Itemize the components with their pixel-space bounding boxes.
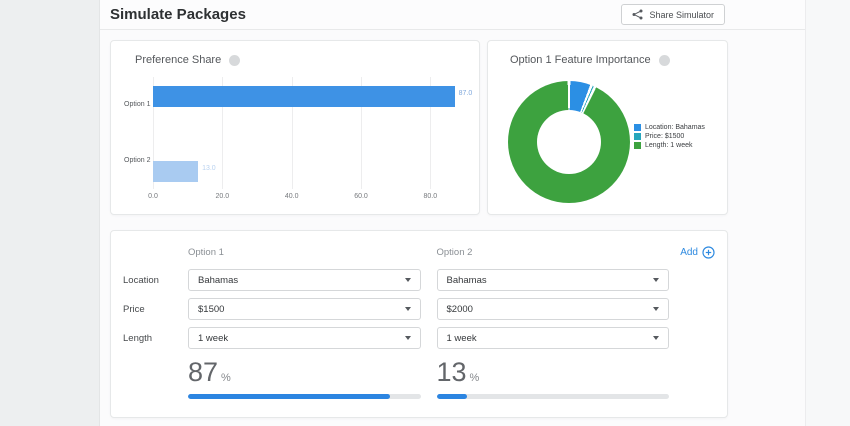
preference-share-plot: 0.0 20.0 40.0 60.0 80.0 Option 1 87.0 Option 2 1… (124, 77, 472, 200)
x-axis-tick-label: 80.0 (423, 193, 438, 200)
chevron-down-icon (653, 307, 659, 311)
left-sidebar-gutter (0, 0, 100, 426)
select-value: 1 week (446, 332, 477, 344)
preference-progress-fill (188, 394, 391, 399)
page-title: Simulate Packages (110, 6, 246, 23)
simulator-row: Price $1500 $2000 (123, 298, 715, 320)
preference-percent: 87% (188, 359, 421, 386)
legend-item: Price: $1500 (634, 133, 705, 140)
chevron-down-icon (404, 307, 411, 311)
location-select-option-2[interactable]: Bahamas (436, 269, 669, 291)
percent-unit: % (469, 372, 480, 384)
legend-item: Length: 1 week (634, 142, 705, 149)
preference-progress-fill (436, 394, 467, 399)
bar-option-1: 87.0 (153, 86, 472, 107)
price-select-option-2[interactable]: $2000 (436, 298, 669, 320)
percent-unit: % (221, 372, 231, 384)
select-value: Bahamas (446, 274, 487, 286)
preference-share-card: Preference Share 0.0 20.0 40.0 60.0 80.0 Opti… (110, 40, 480, 215)
row-label: Location (123, 274, 159, 286)
simulator-card: Option 1 Option 2 Add Location Bahamas Bah… (110, 230, 728, 418)
bar-value-label: 87.0 (458, 90, 473, 97)
right-gutter (805, 0, 850, 426)
chevron-down-icon (404, 336, 411, 340)
x-axis-tick-label: 60.0 (354, 193, 368, 200)
legend-label: Length: 1 week (645, 142, 693, 149)
add-option-button[interactable]: Add (680, 245, 715, 259)
select-value: Bahamas (198, 274, 239, 286)
content-area: Preference Share 0.0 20.0 40.0 60.0 80.0 Opti… (100, 30, 805, 418)
chevron-down-icon (653, 336, 659, 340)
preference-progress-track (436, 394, 669, 399)
percent-value: 13 (436, 357, 467, 387)
legend-label: Price: $1500 (645, 133, 685, 140)
preference-progress-track (188, 394, 421, 399)
preference-result: 13% (436, 359, 670, 399)
add-label: Add (680, 246, 698, 258)
bar-option-2: 13.0 (153, 161, 216, 182)
plus-circle-icon (702, 245, 715, 259)
x-axis-tick-label: 0.0 (148, 193, 158, 200)
x-axis-tick-label: 40.0 (284, 193, 299, 200)
donut-legend: Location: Bahamas Price: $1500 Length: 1 w… (634, 124, 705, 151)
legend-label: Location: Bahamas (645, 124, 705, 131)
donut-hole (537, 110, 601, 174)
share-simulator-button[interactable]: Share Simulator (621, 4, 725, 25)
page-header: Simulate Packages Share Simulator (100, 0, 805, 30)
column-header-option-2: Option 2 (436, 246, 473, 258)
simulator-row: Length 1 week 1 week (123, 327, 715, 349)
price-select-option-1[interactable]: $1500 (188, 298, 421, 320)
select-value: 1 week (198, 332, 229, 344)
results-row: 87% 13% (123, 359, 715, 399)
feature-importance-card: Option 1 Feature Importance Location: Ba… (487, 40, 728, 215)
legend-swatch (634, 142, 641, 149)
row-label: Length (123, 332, 153, 344)
legend-item: Location: Bahamas (634, 124, 705, 131)
length-select-option-1[interactable]: 1 week (188, 327, 421, 349)
preference-result: 87% (188, 359, 421, 399)
simulator-row: Location Bahamas Bahamas (123, 269, 715, 291)
feature-importance-title: Option 1 Feature Importance (510, 54, 651, 66)
legend-swatch (634, 133, 641, 140)
select-value: $2000 (446, 303, 473, 315)
percent-value: 87 (188, 357, 219, 387)
share-icon (632, 9, 643, 20)
simulator-header-row: Option 1 Option 2 Add (123, 243, 715, 261)
legend-swatch (634, 124, 641, 131)
column-header-option-1: Option 1 (188, 246, 224, 258)
chevron-down-icon (404, 278, 411, 282)
info-icon[interactable] (658, 54, 670, 66)
chevron-down-icon (653, 278, 659, 282)
length-select-option-2[interactable]: 1 week (436, 327, 669, 349)
row-label: Price (123, 303, 145, 315)
share-button-label: Share Simulator (649, 9, 714, 20)
info-icon[interactable] (229, 54, 241, 66)
bar-value-label: 13.0 (202, 165, 216, 172)
preference-percent: 13% (437, 359, 670, 386)
main-panel: Simulate Packages Share Simulator Prefer… (100, 0, 805, 426)
y-axis-label: Option 1 (124, 101, 151, 108)
location-select-option-1[interactable]: Bahamas (188, 269, 421, 291)
x-axis-tick-label: 20.0 (215, 193, 230, 200)
preference-share-title: Preference Share (135, 54, 222, 66)
donut-chart (508, 81, 630, 203)
y-axis-label: Option 2 (124, 157, 151, 164)
select-value: $1500 (198, 303, 225, 315)
